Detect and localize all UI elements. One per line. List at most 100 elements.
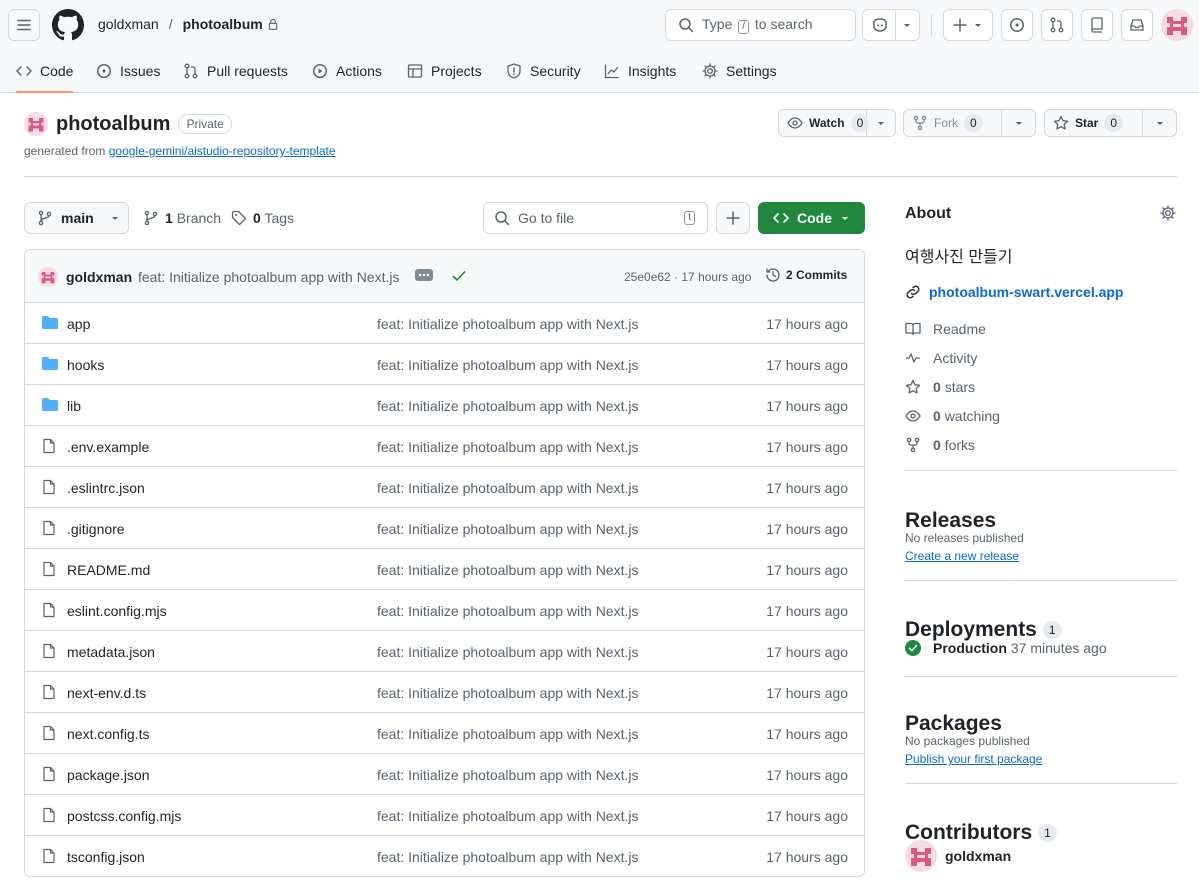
stars-link[interactable]: 0 stars — [905, 379, 975, 395]
branches-link[interactable]: 1 Branch — [143, 210, 221, 226]
file-commit-message[interactable]: feat: Initialize photoalbum app with Nex… — [377, 357, 638, 373]
table-row[interactable]: .env.example feat: Initialize photoalbum… — [25, 426, 864, 467]
file-commit-message[interactable]: feat: Initialize photoalbum app with Nex… — [377, 808, 638, 824]
tab-security[interactable]: Security — [498, 50, 589, 92]
file-commit-message[interactable]: feat: Initialize photoalbum app with Nex… — [377, 398, 638, 414]
table-row[interactable]: package.json feat: Initialize photoalbum… — [25, 754, 864, 795]
file-commit-message[interactable]: feat: Initialize photoalbum app with Nex… — [377, 767, 638, 783]
repo-link[interactable]: photoalbum — [183, 16, 263, 32]
file-commit-message[interactable]: feat: Initialize photoalbum app with Nex… — [377, 480, 638, 496]
issues-button[interactable] — [1001, 9, 1033, 41]
tab-label: Pull requests — [207, 63, 288, 79]
commit-sha-time[interactable]: 25e0e62 · 17 hours ago — [624, 270, 751, 284]
file-name[interactable]: postcss.config.mjs — [67, 808, 181, 824]
file-commit-message[interactable]: feat: Initialize photoalbum app with Nex… — [377, 521, 638, 537]
table-row[interactable]: eslint.config.mjs feat: Initialize photo… — [25, 590, 864, 631]
inbox-button[interactable] — [1121, 9, 1153, 41]
github-logo-icon[interactable] — [52, 9, 84, 41]
file-commit-message[interactable]: feat: Initialize photoalbum app with Nex… — [377, 849, 638, 865]
code-button-label: Code — [797, 210, 832, 226]
file-commit-message[interactable]: feat: Initialize photoalbum app with Nex… — [377, 316, 638, 332]
table-row[interactable]: tsconfig.json feat: Initialize photoalbu… — [25, 836, 864, 876]
file-name[interactable]: app — [67, 316, 90, 332]
file-commit-message[interactable]: feat: Initialize photoalbum app with Nex… — [377, 562, 638, 578]
repo-name[interactable]: photoalbum — [56, 113, 170, 136]
template-link[interactable]: google-gemini/aistudio-repository-templa… — [109, 144, 336, 158]
file-name[interactable]: next-env.d.ts — [67, 685, 146, 701]
file-commit-message[interactable]: feat: Initialize photoalbum app with Nex… — [377, 439, 638, 455]
file-name[interactable]: .eslintrc.json — [67, 480, 145, 496]
file-name[interactable]: .env.example — [67, 439, 149, 455]
table-row[interactable]: metadata.json feat: Initialize photoalbu… — [25, 631, 864, 672]
tab-insights[interactable]: Insights — [596, 50, 684, 92]
contributor-item[interactable]: goldxman — [905, 840, 1011, 872]
tab-projects[interactable]: Projects — [399, 50, 490, 92]
tags-link[interactable]: 0 Tags — [231, 210, 294, 226]
create-release-link[interactable]: Create a new release — [905, 549, 1019, 563]
table-row[interactable]: next.config.ts feat: Initialize photoalb… — [25, 713, 864, 754]
star-button[interactable]: Star 0 — [1044, 109, 1177, 137]
file-name[interactable]: eslint.config.mjs — [67, 603, 167, 619]
website-link[interactable]: photoalbum-swart.vercel.app — [905, 284, 1123, 300]
activity-link[interactable]: Activity — [905, 350, 977, 366]
publish-package-link[interactable]: Publish your first package — [905, 752, 1042, 766]
watch-dropdown[interactable] — [867, 110, 895, 136]
table-row[interactable]: .gitignore feat: Initialize photoalbum a… — [25, 508, 864, 549]
owner-link[interactable]: goldxman — [98, 16, 159, 32]
tab-code[interactable]: Code — [8, 50, 81, 93]
file-commit-message[interactable]: feat: Initialize photoalbum app with Nex… — [377, 726, 638, 742]
file-name[interactable]: hooks — [67, 357, 104, 373]
go-to-file-input[interactable]: Go to file t — [483, 202, 708, 234]
file-commit-message[interactable]: feat: Initialize photoalbum app with Nex… — [377, 603, 638, 619]
deployments-heading[interactable]: Deployments 1 — [905, 618, 1177, 642]
file-name[interactable]: tsconfig.json — [67, 849, 145, 865]
commit-message[interactable]: feat: Initialize photoalbum app with Nex… — [138, 269, 399, 285]
repositories-button[interactable] — [1081, 9, 1113, 41]
add-file-button[interactable] — [716, 202, 750, 234]
commits-link[interactable]: 2 Commits — [765, 267, 847, 283]
code-button[interactable]: Code — [758, 202, 865, 234]
watch-button[interactable]: Watch 0 — [778, 109, 896, 137]
branch-selector[interactable]: main — [24, 202, 129, 234]
ellipsis-icon[interactable] — [415, 269, 433, 281]
table-row[interactable]: app feat: Initialize photoalbum app with… — [25, 303, 864, 344]
menu-button[interactable] — [8, 9, 40, 41]
file-name[interactable]: lib — [67, 398, 81, 414]
forks-link[interactable]: 0 forks — [905, 437, 975, 453]
star-dropdown[interactable] — [1143, 110, 1176, 136]
tab-actions[interactable]: Actions — [304, 50, 390, 92]
table-row[interactable]: hooks feat: Initialize photoalbum app wi… — [25, 344, 864, 385]
user-avatar[interactable] — [1161, 9, 1193, 41]
gear-icon[interactable] — [1160, 205, 1176, 221]
file-name[interactable]: next.config.ts — [67, 726, 150, 742]
pull-requests-button[interactable] — [1041, 9, 1073, 41]
commit-author-avatar[interactable] — [38, 267, 58, 287]
table-row[interactable]: .eslintrc.json feat: Initialize photoalb… — [25, 467, 864, 508]
watching-link[interactable]: 0 watching — [905, 408, 1000, 424]
commit-author[interactable]: goldxman — [66, 269, 132, 285]
file-commit-message[interactable]: feat: Initialize photoalbum app with Nex… — [377, 644, 638, 660]
table-row[interactable]: lib feat: Initialize photoalbum app with… — [25, 385, 864, 426]
tab-settings[interactable]: Settings — [694, 50, 785, 92]
tab-issues[interactable]: Issues — [88, 50, 168, 92]
create-new-button[interactable] — [943, 9, 993, 41]
file-name[interactable]: .gitignore — [67, 521, 125, 537]
table-row[interactable]: README.md feat: Initialize photoalbum ap… — [25, 549, 864, 590]
packages-heading[interactable]: Packages — [905, 712, 1177, 736]
fork-dropdown[interactable] — [1002, 110, 1035, 136]
file-name[interactable]: package.json — [67, 767, 150, 783]
readme-link[interactable]: Readme — [905, 321, 986, 337]
file-name[interactable]: metadata.json — [67, 644, 155, 660]
copilot-button[interactable] — [862, 9, 920, 41]
deployment-item[interactable]: Production 37 minutes ago — [905, 640, 1107, 656]
table-row[interactable]: next-env.d.ts feat: Initialize photoalbu… — [25, 672, 864, 713]
check-icon[interactable] — [451, 268, 467, 284]
fork-button[interactable]: Fork 0 — [903, 109, 1036, 137]
table-row[interactable]: postcss.config.mjs feat: Initialize phot… — [25, 795, 864, 836]
file-name[interactable]: README.md — [67, 562, 150, 578]
releases-heading[interactable]: Releases — [905, 509, 1177, 533]
file-commit-message[interactable]: feat: Initialize photoalbum app with Nex… — [377, 685, 638, 701]
tab-pull-requests[interactable]: Pull requests — [175, 50, 296, 92]
forks-count: 0 — [933, 437, 941, 453]
global-search[interactable]: Type / to search — [665, 9, 856, 41]
